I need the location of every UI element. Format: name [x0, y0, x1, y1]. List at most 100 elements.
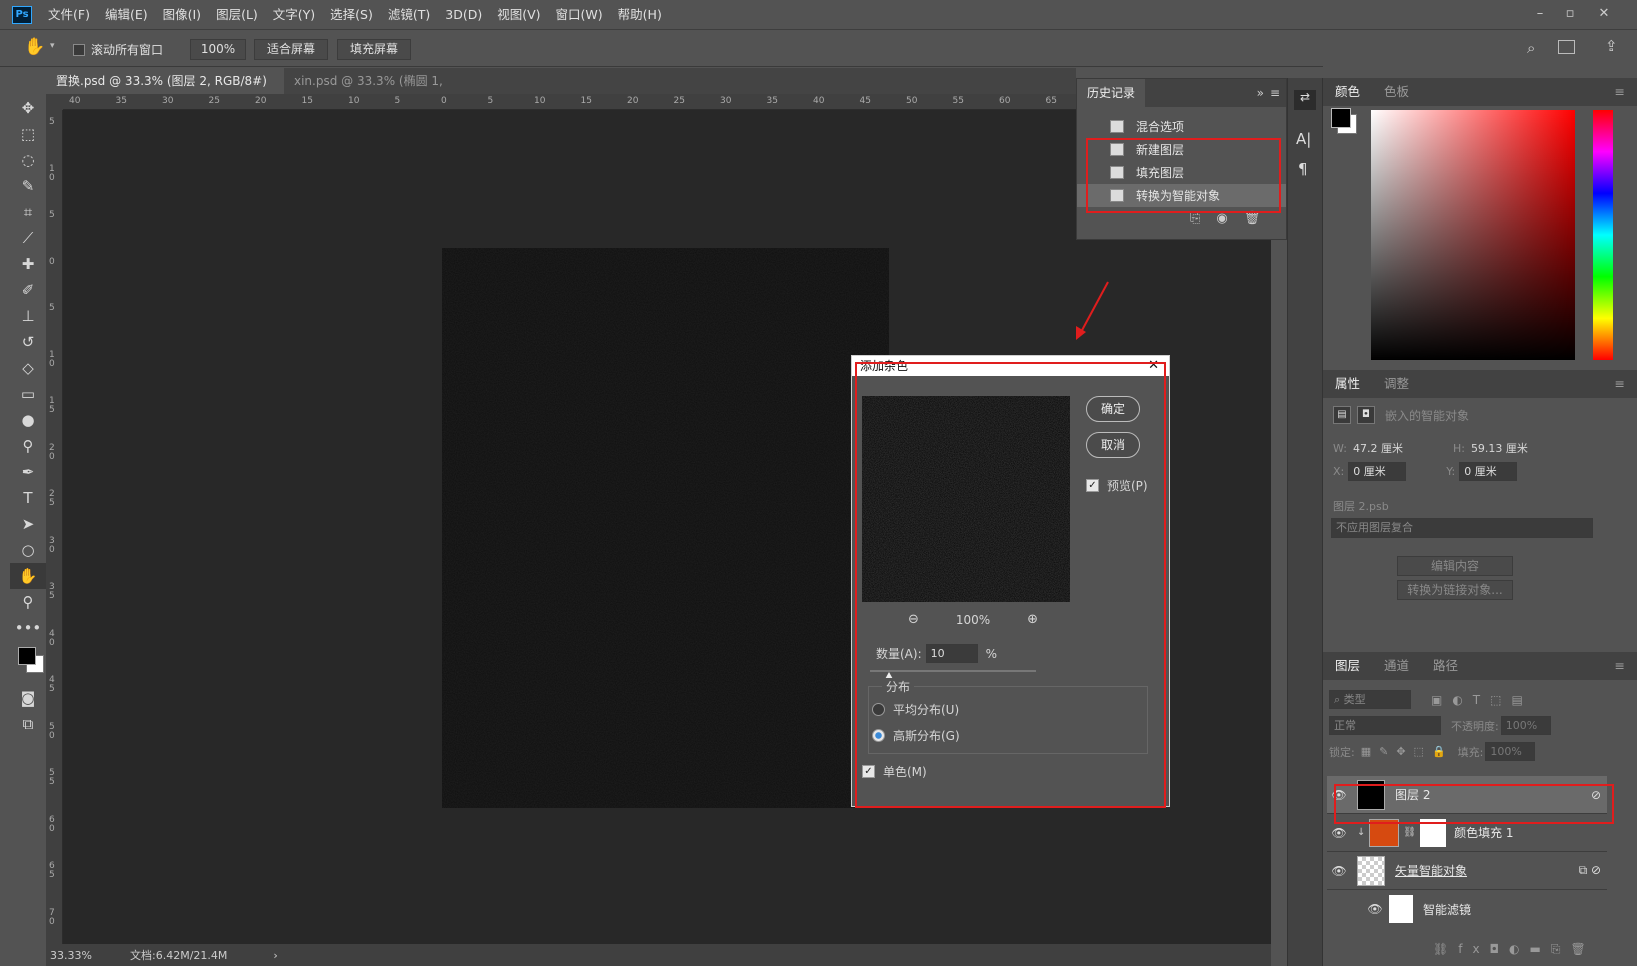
blend-mode-select[interactable]: 正常: [1329, 716, 1441, 735]
layer-actions[interactable]: ⛓fx◘◐▬⎘🗑: [1433, 942, 1596, 957]
character-panel-icon[interactable]: A|: [1296, 130, 1311, 148]
foreground-color-swatch[interactable]: [18, 647, 36, 665]
smart-filter-row[interactable]: 👁 智能滤镜: [1327, 890, 1607, 928]
y-input[interactable]: 0 厘米: [1459, 462, 1518, 481]
menu-type[interactable]: 文字(Y): [273, 0, 315, 30]
filter-mask-thumbnail[interactable]: [1389, 895, 1413, 923]
marquee-tool-icon[interactable]: ⬚: [10, 121, 46, 147]
layer-comp-select[interactable]: 不应用图层复合: [1331, 518, 1593, 538]
pen-tool-icon[interactable]: ✒: [10, 459, 46, 485]
visibility-eye-icon[interactable]: 👁: [1331, 826, 1347, 840]
hue-slider[interactable]: [1593, 110, 1613, 360]
history-panel-icon[interactable]: ⇄: [1294, 90, 1316, 110]
layer-name[interactable]: 矢量智能对象: [1395, 862, 1467, 879]
history-brush-tool-icon[interactable]: ↺: [10, 329, 46, 355]
layer-row[interactable]: 👁 矢量智能对象 ⧉ ⊘: [1327, 852, 1607, 890]
ellipse-tool-icon[interactable]: ○: [10, 537, 46, 563]
menu-image[interactable]: 图像(I): [163, 0, 201, 30]
type-tool-icon[interactable]: T: [10, 485, 46, 511]
tab-paths[interactable]: 路径: [1421, 652, 1470, 680]
fill-input[interactable]: 100%: [1485, 742, 1536, 761]
tab-channels[interactable]: 通道: [1372, 652, 1421, 680]
edit-contents-button[interactable]: 编辑内容: [1397, 556, 1513, 576]
mask-icon[interactable]: ◘: [1357, 406, 1375, 424]
close-window-icon[interactable]: ✕: [1590, 4, 1618, 24]
menu-3d[interactable]: 3D(D): [445, 0, 482, 30]
screen-mode-icon[interactable]: ⧉: [10, 711, 46, 737]
status-arrow-icon[interactable]: ›: [273, 949, 277, 962]
gradient-tool-icon[interactable]: ▭: [10, 381, 46, 407]
healing-brush-tool-icon[interactable]: ✚: [10, 251, 46, 277]
menu-window[interactable]: 窗口(W): [556, 0, 603, 30]
filter-kind-select[interactable]: ⌕ 类型: [1329, 690, 1411, 709]
height-value[interactable]: 59.13 厘米: [1471, 440, 1528, 456]
quick-select-tool-icon[interactable]: ✎: [10, 173, 46, 199]
zoom-100-button[interactable]: 100%: [190, 39, 246, 60]
eraser-tool-icon[interactable]: ◇: [10, 355, 46, 381]
convert-to-linked-button[interactable]: 转换为链接对象...: [1397, 580, 1513, 600]
move-tool-icon[interactable]: ✥: [10, 95, 46, 121]
visibility-eye-icon[interactable]: 👁: [1331, 864, 1347, 878]
dodge-tool-icon[interactable]: ⚲: [10, 433, 46, 459]
path-select-tool-icon[interactable]: ➤: [10, 511, 46, 537]
crop-tool-icon[interactable]: ⌗: [10, 199, 46, 225]
fill-screen-button[interactable]: 填充屏幕: [337, 39, 411, 60]
panel-menu-icon[interactable]: ≡: [1603, 652, 1637, 680]
history-tab[interactable]: 历史记录: [1077, 79, 1146, 107]
tab-adjustments[interactable]: 调整: [1372, 370, 1421, 398]
menu-select[interactable]: 选择(S): [330, 0, 373, 30]
panel-menu-icon[interactable]: ≡: [1603, 78, 1637, 106]
panel-collapse-icon[interactable]: »: [1257, 86, 1264, 100]
trash-icon[interactable]: 🗑: [1244, 211, 1261, 226]
tab-displace-psd[interactable]: 置换.psd @ 33.3% (图层 2, RGB/8#) * ×: [46, 68, 284, 114]
hand-tool-icon[interactable]: ✋: [24, 37, 45, 57]
workspace-icon[interactable]: [1558, 40, 1575, 54]
layer-name[interactable]: 颜色填充 1: [1454, 824, 1513, 841]
quick-mask-icon[interactable]: ◙: [10, 685, 46, 711]
share-icon[interactable]: ⇪: [1605, 37, 1618, 55]
menu-view[interactable]: 视图(V): [497, 0, 540, 30]
snapshot-camera-icon[interactable]: ◉: [1216, 211, 1227, 226]
menu-edit[interactable]: 编辑(E): [105, 0, 148, 30]
opacity-input[interactable]: 100%: [1500, 716, 1551, 735]
lasso-tool-icon[interactable]: ◌: [10, 147, 46, 173]
document-image[interactable]: [442, 248, 889, 808]
zoom-tool-icon[interactable]: ⚲: [10, 589, 46, 615]
scroll-all-option[interactable]: 滚动所有窗口: [73, 41, 163, 58]
width-value[interactable]: 47.2 厘米: [1353, 440, 1453, 456]
maximize-icon[interactable]: ▫: [1556, 4, 1584, 24]
eyedropper-tool-icon[interactable]: ⟋: [10, 225, 46, 251]
lock-icons[interactable]: ▦✎✥⬚🔒: [1361, 745, 1454, 758]
color-field[interactable]: [1371, 110, 1575, 360]
zoom-level[interactable]: 33.33%: [50, 949, 130, 962]
fit-screen-button[interactable]: 适合屏幕: [254, 39, 328, 60]
blur-tool-icon[interactable]: ●: [10, 407, 46, 433]
minimize-icon[interactable]: –: [1526, 4, 1554, 24]
tab-xin-psd[interactable]: xin.psd @ 33.3% (椭圆 1, RGB/8) * ×: [284, 68, 494, 114]
paragraph-panel-icon[interactable]: ¶: [1298, 160, 1308, 178]
tab-swatches[interactable]: 色板: [1372, 78, 1421, 106]
layer-name[interactable]: 智能滤镜: [1423, 901, 1471, 918]
history-item[interactable]: 混合选项: [1077, 115, 1286, 138]
chevron-down-icon[interactable]: ▾: [50, 41, 55, 51]
new-document-from-state-icon[interactable]: ⎘: [1190, 211, 1200, 226]
menu-filter[interactable]: 滤镜(T): [388, 0, 430, 30]
tab-properties[interactable]: 属性: [1323, 370, 1372, 398]
stamp-tool-icon[interactable]: ⊥: [10, 303, 46, 329]
x-input[interactable]: 0 厘米: [1348, 462, 1407, 481]
hand-tool-selected-icon[interactable]: ✋: [10, 563, 46, 589]
tab-layers[interactable]: 图层: [1323, 652, 1372, 680]
more-tools-icon[interactable]: •••: [10, 615, 46, 641]
foreground-color-swatch[interactable]: [1331, 108, 1351, 128]
scroll-all-checkbox[interactable]: [73, 43, 85, 56]
menu-help[interactable]: 帮助(H): [618, 0, 662, 30]
panel-menu-icon[interactable]: ≡: [1270, 86, 1280, 100]
menu-layer[interactable]: 图层(L): [216, 0, 258, 30]
link-chain-icon[interactable]: ⛓: [1403, 827, 1416, 838]
search-icon[interactable]: ⌕: [1527, 39, 1535, 57]
brush-tool-icon[interactable]: ✐: [10, 277, 46, 303]
menu-file[interactable]: 文件(F): [48, 0, 90, 30]
smart-filter-icon[interactable]: ⧉ ⊘: [1579, 863, 1601, 878]
visibility-eye-icon[interactable]: 👁: [1367, 902, 1383, 916]
filter-icons[interactable]: ▣◐T⬚▤: [1431, 693, 1533, 707]
